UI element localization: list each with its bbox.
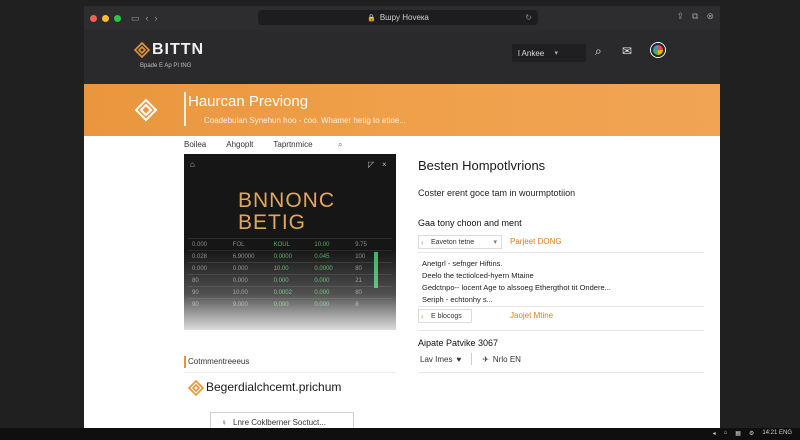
user-avatar[interactable]	[651, 43, 665, 57]
close-window-button[interactable]	[90, 14, 97, 22]
banner-divider	[184, 92, 186, 126]
divider	[418, 306, 704, 307]
tray-item[interactable]: ⚙	[749, 430, 754, 437]
hero-banner: Hаurcan Previong Coadebulan Synehun hoo …	[84, 84, 720, 136]
forward-icon[interactable]: ›	[155, 13, 158, 23]
tray-item[interactable]: ◂	[713, 430, 716, 437]
brand-logo-icon	[134, 42, 150, 58]
table-row: 0.000 FOL KOUL 10.00 9.75	[188, 238, 392, 250]
brand-name[interactable]: BITTN	[152, 41, 204, 59]
table-cell: 10.00	[314, 241, 330, 248]
feature-list: Anetgrl - sefnger Hiftins. Deelo the tec…	[422, 258, 611, 306]
desktop-screen: ▭ ‹ › 🔒 Bшpy Hoveкa ↻ ⇪ ⧉ ⊗ BITTN Bрade …	[0, 0, 800, 440]
extensions-icon[interactable]: ⊗	[706, 11, 714, 22]
like-button[interactable]: Lav Imes ♥	[420, 355, 461, 364]
system-tray: ◂ ⌂ ▦ ⚙ 14:21 ENG	[713, 430, 792, 437]
tabs-icon[interactable]: ⧉	[692, 11, 698, 22]
tray-item[interactable]: ⌂	[724, 430, 728, 437]
address-bar[interactable]: 🔒 Bшpy Hoveкa ↻	[258, 10, 538, 25]
list-item: Seriph - echtonhy s...	[422, 295, 493, 304]
address-text: Bшpy Hoveкa	[379, 13, 429, 22]
section-divider	[184, 372, 396, 373]
update-heading: Aipate Patvike 3067	[418, 338, 499, 348]
sidebar-link[interactable]: Begerdialchcemt.prichum	[206, 380, 341, 394]
hero-image-title: BNNONC BETIG	[238, 189, 336, 234]
heart-icon: ♥	[456, 354, 462, 364]
link-logo-icon	[188, 380, 204, 396]
brand-tagline: Bрade E Ap PI tNG	[140, 63, 192, 69]
section-accent	[184, 356, 186, 368]
reload-icon[interactable]: ↻	[525, 13, 532, 22]
option-select[interactable]: ‹ Eaveton tetne ▾	[418, 235, 502, 249]
list-item: Anetgrl - sefnger Hiftins.	[422, 259, 503, 268]
sidebar-toggle-icon[interactable]: ▭	[131, 13, 140, 24]
clock[interactable]: 14:21 ENG	[762, 430, 792, 437]
blocks-select[interactable]: ‹ E blocogs	[418, 309, 472, 323]
banner-logo-icon	[134, 98, 158, 122]
chevron-down-icon: ▾	[493, 239, 497, 246]
chevron-left-icon: ‹	[421, 237, 424, 247]
tab-search-icon[interactable]: ⌕	[338, 140, 342, 150]
site-header: BITTN Bрade E Ap PI tNG l Ankee ▾ ⌕ ✉	[84, 30, 720, 84]
tray-item[interactable]: ▦	[735, 430, 741, 437]
share-icon: ✈	[482, 354, 489, 364]
share-label: Nrlo EN	[492, 354, 521, 364]
table-cell: 0.000	[192, 241, 208, 248]
pin-icon: ♀	[221, 417, 227, 427]
table-cell: FOL	[232, 241, 245, 248]
maximize-window-button[interactable]	[114, 14, 121, 22]
browser-window: ▭ ‹ › 🔒 Bшpy Hoveкa ↻ ⇪ ⧉ ⊗ BITTN Bрade …	[84, 6, 720, 432]
minimize-window-button[interactable]	[102, 14, 109, 22]
search-icon[interactable]: ⌕	[595, 44, 602, 59]
chevron-left-icon: ‹	[421, 311, 424, 321]
section-title: Besten Hompotlvrions	[418, 158, 546, 173]
table-cell: 9.75	[355, 241, 367, 248]
banner-subtitle: Coadebulan Synehun hoo - coo. Whamer het…	[204, 116, 406, 125]
browser-toolbar: ▭ ‹ › 🔒 Bшpy Hoveкa ↻ ⇪ ⧉ ⊗	[84, 6, 720, 30]
language-select[interactable]: l Ankee ▾	[512, 44, 586, 62]
separator	[471, 353, 473, 365]
list-item: Deelo the tectiolced-hyern Mtaine	[422, 271, 534, 280]
divider	[418, 372, 704, 373]
contact-button-label: Lnre Coklberner Soctuct...	[233, 417, 326, 427]
taskbar: ◂ ⌂ ▦ ⚙ 14:21 ENG	[0, 428, 800, 440]
image-expand-icon[interactable]: ◸	[368, 160, 374, 169]
blocks-select-value: E blocogs	[431, 312, 462, 320]
like-label: Lav Imes	[420, 354, 453, 364]
divider	[418, 252, 704, 253]
project-link-2[interactable]: Jaojet Mtine	[510, 311, 553, 320]
image-corner-icon: ⌂	[190, 160, 195, 169]
section-subtitle: Coster erent goce tam in wourmptotiion	[418, 188, 576, 198]
comments-heading: Cotmmentreeeus	[188, 357, 250, 366]
project-link[interactable]: Parjeet DONG	[510, 237, 562, 246]
banner-title: Hаurcan Previong	[188, 93, 309, 110]
table-cell: KOUL	[273, 241, 290, 248]
messages-icon[interactable]: ✉	[622, 44, 632, 58]
share-button[interactable]: ✈ Nrlo EN	[482, 355, 521, 364]
lock-icon: 🔒	[367, 14, 376, 22]
chevron-down-icon: ▾	[554, 50, 558, 57]
list-item: Gedctnpo-- locent Age to alssoeg Ethergt…	[422, 283, 611, 292]
image-fade-overlay	[184, 250, 396, 330]
window-controls	[90, 14, 121, 22]
subsection-heading: Gaa tony choon and ment	[418, 218, 522, 228]
share-icon[interactable]: ⇪	[676, 11, 684, 22]
language-value: l Ankee	[518, 48, 545, 58]
trading-preview-image[interactable]: ⌂ ◸ × BNNONC BETIG 0.000 FOL KOUL 10.00 9.75…	[184, 154, 396, 330]
back-icon[interactable]: ‹	[146, 13, 149, 23]
option-select-value: Eaveton tetne	[431, 238, 475, 246]
action-row: Lav Imes ♥ ✈ Nrlo EN	[420, 353, 521, 365]
browser-actions: ⇪ ⧉ ⊗	[676, 11, 714, 22]
divider	[418, 330, 704, 331]
image-close-icon[interactable]: ×	[382, 160, 387, 169]
